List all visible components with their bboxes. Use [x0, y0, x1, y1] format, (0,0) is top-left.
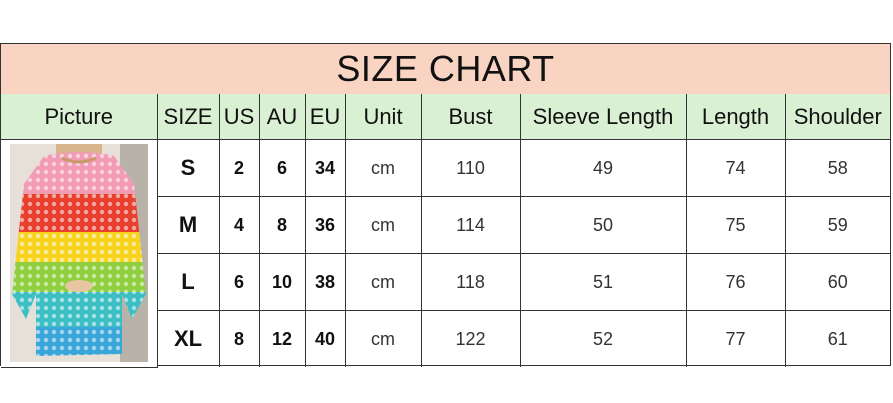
chart-title: SIZE CHART — [1, 44, 890, 95]
sleeve-length-cell: 52 — [519, 310, 687, 367]
unit-cell: cm — [344, 310, 422, 367]
shoulder-cell: 61 — [784, 310, 890, 367]
unit-cell: cm — [344, 139, 422, 197]
sleeve-length-cell: 50 — [519, 196, 687, 254]
size-cell: L — [157, 253, 220, 311]
header-sleeve-length: Sleeve Length — [519, 94, 687, 140]
sleeve-length-cell: 49 — [519, 139, 687, 197]
au-cell: 8 — [258, 196, 306, 254]
us-cell: 8 — [218, 310, 260, 367]
header-row: Picture SIZE US AU EU Unit Bust Sleeve L… — [1, 94, 890, 140]
rainbow-crochet-sweater-photo — [9, 144, 148, 363]
us-cell: 4 — [218, 196, 260, 254]
length-cell: 77 — [685, 310, 786, 367]
size-chart: SIZE CHART Picture SIZE US AU EU Unit Bu… — [0, 43, 891, 368]
table-row: S 2 6 34 cm 110 49 74 58 — [1, 139, 890, 368]
shoulder-cell: 60 — [784, 253, 890, 311]
header-size: SIZE — [156, 94, 220, 140]
header-eu: EU — [304, 94, 346, 140]
bust-cell: 114 — [420, 196, 521, 254]
product-picture-cell — [1, 139, 158, 368]
sleeve-length-cell: 51 — [519, 253, 687, 311]
header-us: US — [218, 94, 260, 140]
length-cell: 74 — [685, 139, 786, 197]
shoulder-cell: 59 — [784, 196, 890, 254]
eu-cell: 40 — [304, 310, 346, 367]
eu-cell: 34 — [304, 139, 346, 197]
bust-cell: 110 — [420, 139, 521, 197]
size-table: Picture SIZE US AU EU Unit Bust Sleeve L… — [1, 94, 890, 368]
eu-cell: 38 — [304, 253, 346, 311]
us-cell: 2 — [218, 139, 260, 197]
unit-cell: cm — [344, 253, 422, 311]
size-cell: XL — [157, 310, 220, 367]
length-cell: 75 — [685, 196, 786, 254]
header-au: AU — [258, 94, 306, 140]
au-cell: 12 — [258, 310, 306, 367]
header-shoulder: Shoulder — [784, 94, 890, 140]
au-cell: 10 — [258, 253, 306, 311]
length-cell: 76 — [685, 253, 786, 311]
size-cell: M — [157, 196, 220, 254]
us-cell: 6 — [218, 253, 260, 311]
eu-cell: 36 — [304, 196, 346, 254]
header-unit: Unit — [344, 94, 422, 140]
header-bust: Bust — [420, 94, 521, 140]
size-cell: S — [156, 139, 220, 197]
bust-cell: 122 — [420, 310, 521, 367]
unit-cell: cm — [344, 196, 422, 254]
au-cell: 6 — [258, 139, 306, 197]
header-picture: Picture — [1, 94, 158, 140]
bust-cell: 118 — [420, 253, 521, 311]
header-length: Length — [685, 94, 786, 140]
shoulder-cell: 58 — [784, 139, 890, 197]
